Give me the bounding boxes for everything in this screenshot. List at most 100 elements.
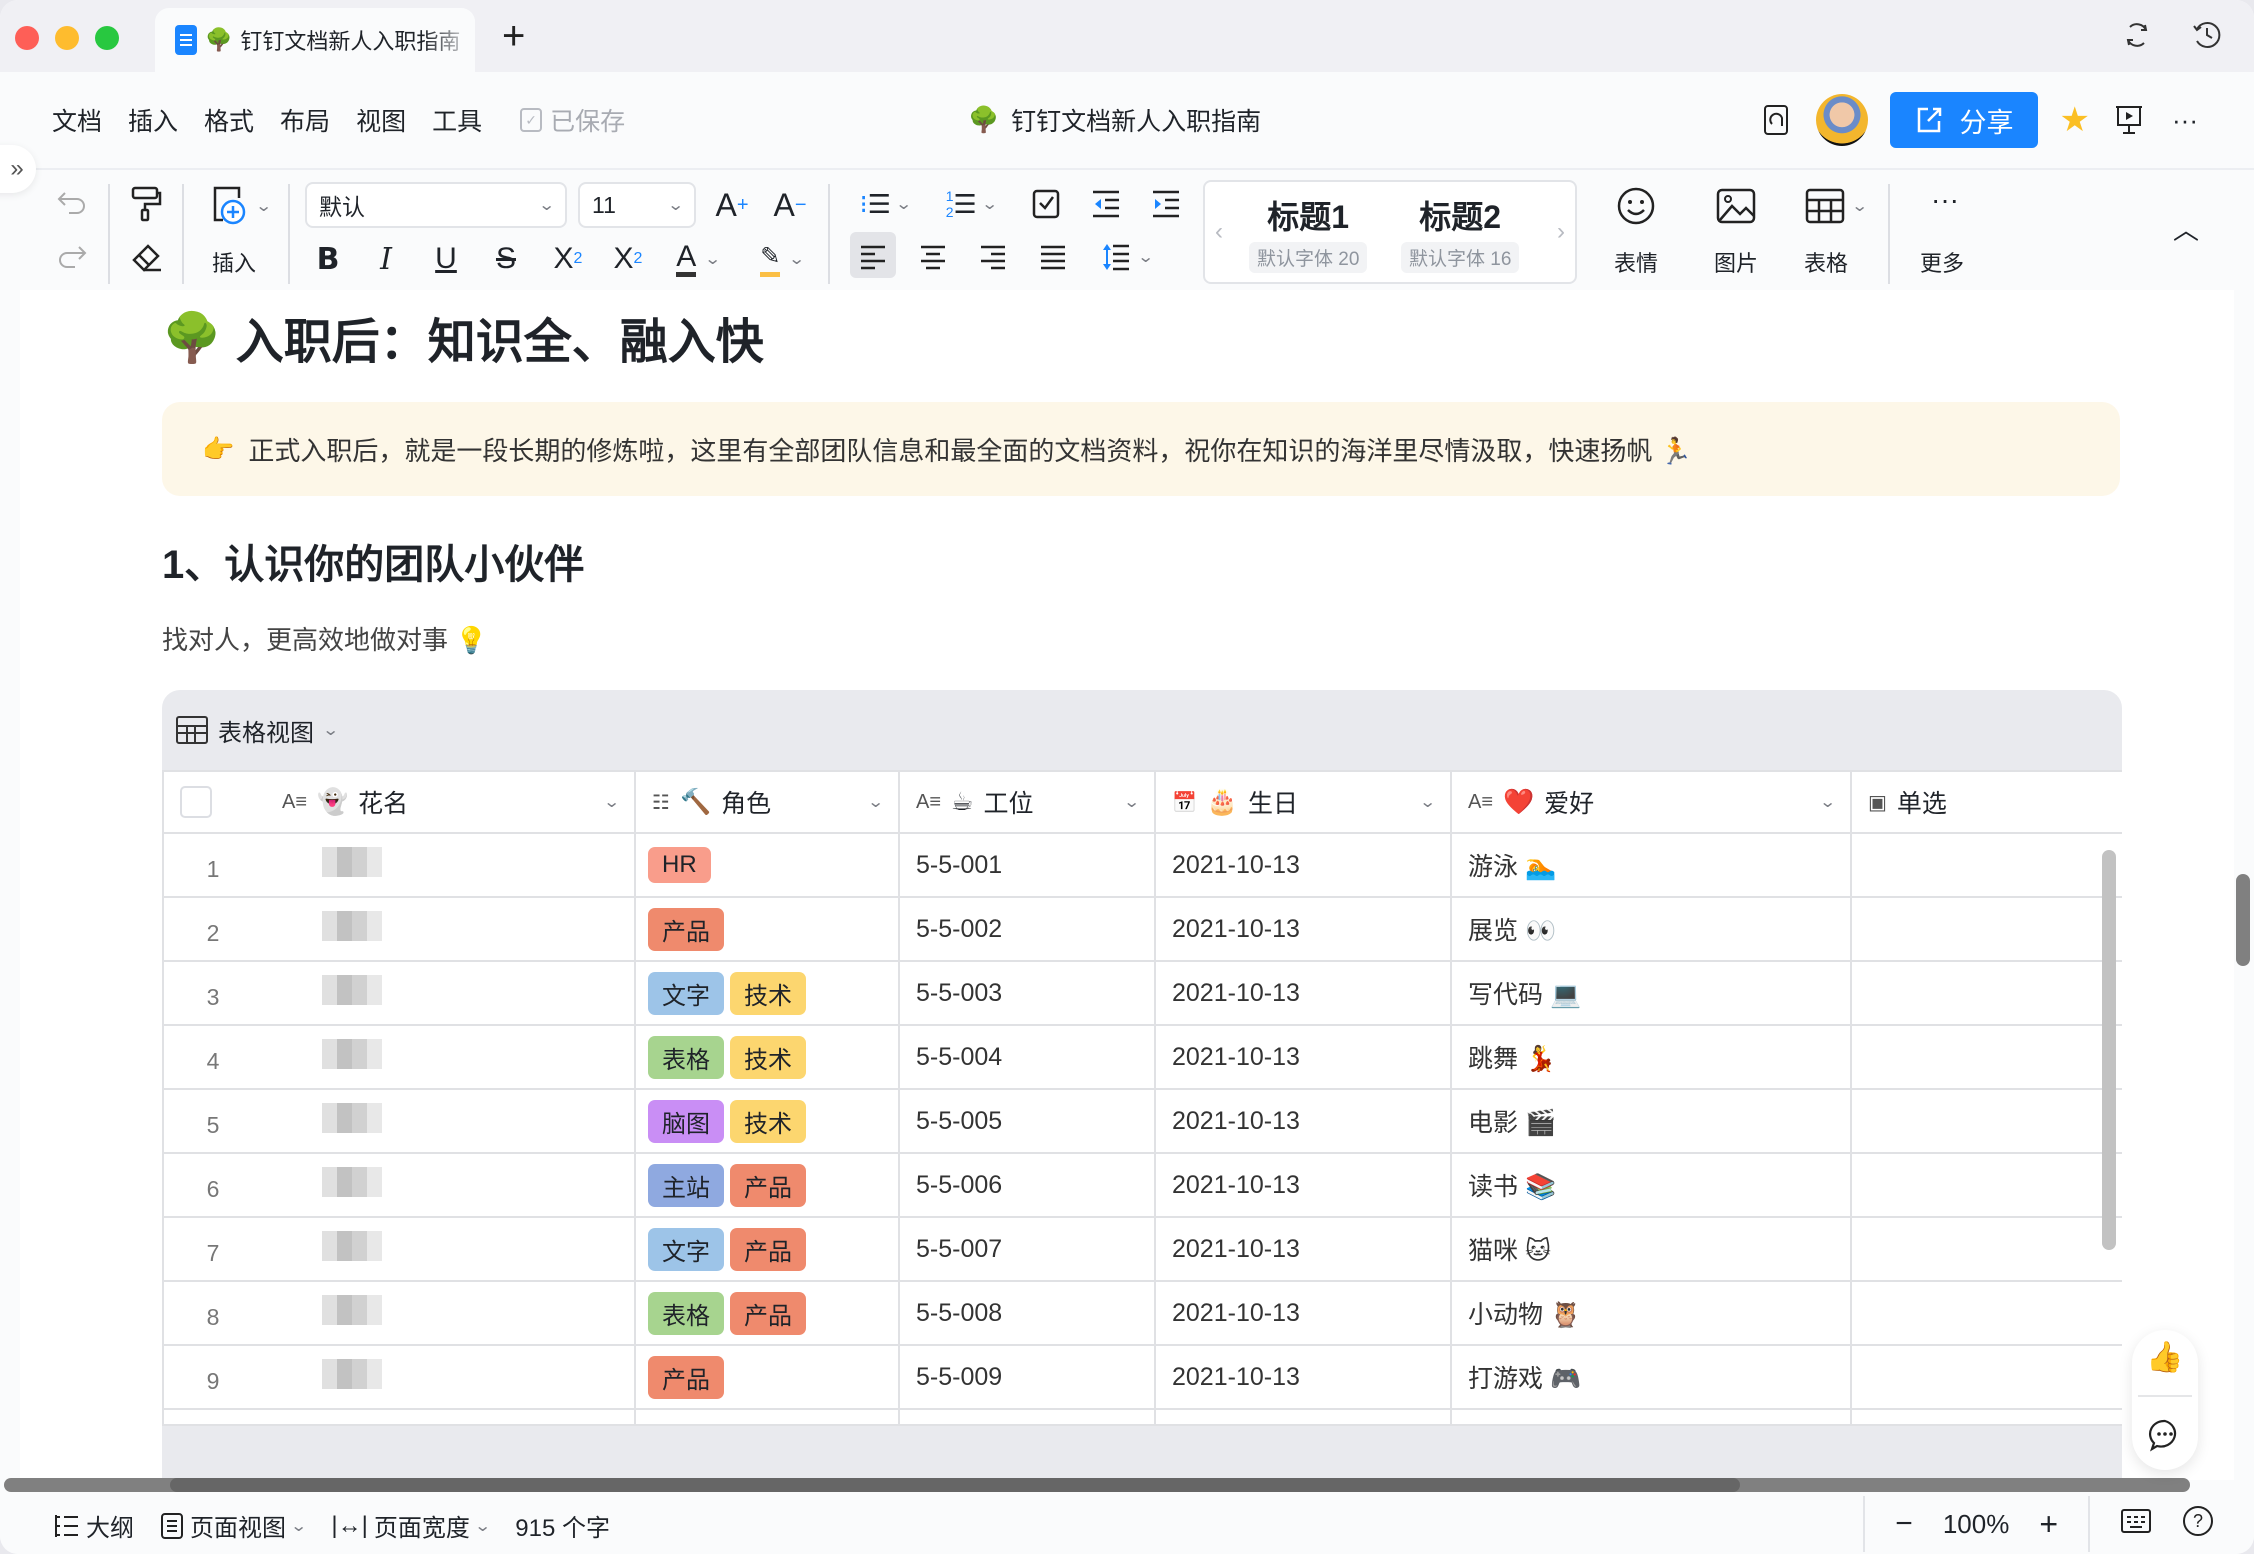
empty-cell[interactable] [1154, 1408, 1452, 1426]
seat-cell[interactable]: 5-5-004 [898, 1024, 1156, 1090]
hobby-cell[interactable]: 游泳 🏊 [1450, 832, 1852, 898]
name-cell[interactable]: 8 [162, 1280, 636, 1346]
chevron-down-icon[interactable]: ⌄ [867, 792, 884, 812]
chevron-right-icon[interactable]: › [1557, 218, 1565, 246]
indent-button[interactable] [1146, 184, 1186, 224]
birthday-cell[interactable]: 2021-10-13 [1154, 1344, 1452, 1410]
heading1-style-button[interactable]: 标题1 默认字体 20 [1249, 192, 1368, 273]
underline-button[interactable]: U [428, 236, 464, 282]
role-cell[interactable]: 表格 技术 [634, 1024, 900, 1090]
empty-cell[interactable] [898, 1408, 1156, 1426]
keyboard-shortcuts-icon[interactable] [2120, 1508, 2152, 1541]
insert-block-button[interactable]: ⌄ [200, 184, 280, 228]
help-icon[interactable]: ? [2182, 1505, 2214, 1544]
close-window-button[interactable] [15, 26, 39, 50]
seat-cell[interactable]: 5-5-003 [898, 960, 1156, 1026]
seat-cell[interactable]: 5-5-001 [898, 832, 1156, 898]
table-insert-button[interactable]: ⌄ [1798, 184, 1874, 228]
empty-cell[interactable] [634, 1408, 900, 1426]
role-cell[interactable]: HR [634, 832, 900, 898]
single-cell[interactable] [1850, 1216, 2122, 1282]
menu-tools[interactable]: 工具 [432, 102, 482, 138]
birthday-cell[interactable]: 2021-10-13 [1154, 832, 1452, 898]
table-row[interactable]: 8 表格 产品 5-5-008 2021-10-13 小动物 🦉 [162, 1280, 2122, 1346]
seat-cell[interactable]: 5-5-002 [898, 896, 1156, 962]
birthday-cell[interactable]: 2021-10-13 [1154, 1280, 1452, 1346]
strikethrough-button[interactable]: S [488, 236, 524, 282]
single-cell[interactable] [1850, 960, 2122, 1026]
seat-cell[interactable]: 5-5-009 [898, 1344, 1156, 1410]
single-cell[interactable] [1850, 1152, 2122, 1218]
column-header-2[interactable]: A≡ ☕ 工位 ⌄ [898, 770, 1156, 834]
single-cell[interactable] [1850, 1024, 2122, 1090]
chevron-down-icon[interactable]: ⌄ [1819, 792, 1836, 812]
role-cell[interactable]: 文字 产品 [634, 1216, 900, 1282]
hobby-cell[interactable]: 写代码 💻 [1450, 960, 1852, 1026]
column-header-5[interactable]: ▣ 单选 [1850, 770, 2122, 834]
bullet-list-button[interactable]: ⁝ ☰ ⌄ [852, 184, 918, 224]
refresh-icon[interactable] [2120, 18, 2154, 52]
single-cell[interactable] [1850, 1280, 2122, 1346]
chevron-down-icon[interactable]: ⌄ [1123, 792, 1140, 812]
horizontal-scrollbar-thumb[interactable] [170, 1478, 1740, 1492]
table-view-selector[interactable]: 表格视图 ⌄ [162, 690, 2122, 770]
role-cell[interactable]: 表格 产品 [634, 1280, 900, 1346]
hobby-cell[interactable]: 电影 🎬 [1450, 1088, 1852, 1154]
role-cell[interactable]: 产品 [634, 1344, 900, 1410]
line-spacing-button[interactable]: ⌄ [1092, 236, 1162, 278]
birthday-cell[interactable]: 2021-10-13 [1154, 1152, 1452, 1218]
name-cell[interactable]: 6 [162, 1152, 636, 1218]
column-header-4[interactable]: A≡ ❤️ 爱好 ⌄ [1450, 770, 1852, 834]
highlight-color-button[interactable]: ✎ ⌄ [752, 236, 812, 282]
redo-icon[interactable] [52, 238, 92, 278]
birthday-cell[interactable]: 2021-10-13 [1154, 896, 1452, 962]
column-header-3[interactable]: 📅 🎂 生日 ⌄ [1154, 770, 1452, 834]
menu-insert[interactable]: 插入 [128, 102, 178, 138]
seat-cell[interactable]: 5-5-007 [898, 1216, 1156, 1282]
single-cell[interactable] [1850, 896, 2122, 962]
outline-button[interactable]: 大纲 [52, 1508, 134, 1543]
subscript-button[interactable]: X2 [548, 236, 588, 282]
birthday-cell[interactable]: 2021-10-13 [1154, 1088, 1452, 1154]
outdent-button[interactable] [1086, 184, 1126, 224]
menu-layout[interactable]: 布局 [280, 102, 330, 138]
like-icon[interactable]: 👍 [2146, 1340, 2183, 1375]
chevron-down-icon[interactable]: ⌄ [1419, 792, 1436, 812]
share-button[interactable]: 分享 [1889, 92, 2038, 148]
name-cell[interactable]: 4 [162, 1024, 636, 1090]
font-family-select[interactable]: 默认 ⌄ [305, 182, 567, 228]
table-vertical-scrollbar[interactable] [2102, 850, 2116, 1250]
table-row[interactable]: 3 文字 技术 5-5-003 2021-10-13 写代码 💻 [162, 960, 2122, 1026]
page-view-button[interactable]: 页面视图 ⌄ [160, 1508, 307, 1543]
undo-icon[interactable] [52, 184, 92, 224]
hobby-cell[interactable]: 打游戏 🎮 [1450, 1344, 1852, 1410]
sync-doc-icon[interactable] [1760, 103, 1794, 137]
more-options-icon[interactable]: ··· [2168, 103, 2202, 137]
emoji-icon[interactable] [1614, 184, 1658, 228]
menu-file[interactable]: 文档 [52, 102, 102, 138]
name-cell[interactable]: 1 [162, 832, 636, 898]
empty-cell[interactable] [1450, 1408, 1852, 1426]
bold-button[interactable]: B [310, 236, 346, 282]
menu-format[interactable]: 格式 [204, 102, 254, 138]
select-all-checkbox[interactable] [180, 786, 212, 818]
format-painter-icon[interactable] [126, 182, 166, 226]
table-row[interactable]: 6 主站 产品 5-5-006 2021-10-13 读书 📚 [162, 1152, 2122, 1218]
role-cell[interactable]: 脑图 技术 [634, 1088, 900, 1154]
name-cell[interactable]: 3 [162, 960, 636, 1026]
hobby-cell[interactable]: 读书 📚 [1450, 1152, 1852, 1218]
heading2-style-button[interactable]: 标题2 默认字体 16 [1401, 192, 1520, 273]
seat-cell[interactable]: 5-5-008 [898, 1280, 1156, 1346]
superscript-button[interactable]: X2 [608, 236, 648, 282]
more-tools-icon[interactable]: ··· [1920, 180, 1970, 220]
font-color-button[interactable]: A ⌄ [668, 236, 728, 282]
increase-font-button[interactable]: A + [712, 182, 752, 228]
justify-button[interactable] [1032, 236, 1074, 278]
empty-row[interactable] [162, 1408, 2122, 1426]
name-cell[interactable]: 9 [162, 1344, 636, 1410]
align-center-button[interactable] [912, 236, 954, 278]
seat-cell[interactable]: 5-5-006 [898, 1152, 1156, 1218]
minimize-window-button[interactable] [55, 26, 79, 50]
empty-cell[interactable] [162, 1408, 636, 1426]
table-row[interactable]: 5 脑图 技术 5-5-005 2021-10-13 电影 🎬 [162, 1088, 2122, 1154]
